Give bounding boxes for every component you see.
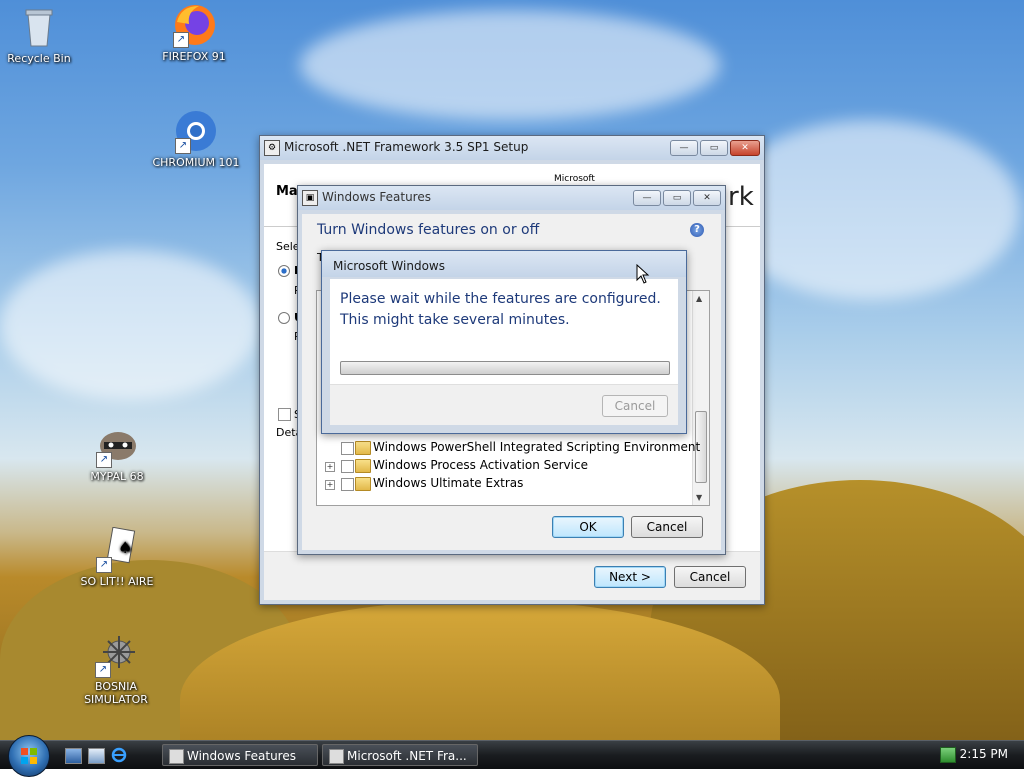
features-caption-buttons: — ▭ ✕ <box>633 190 721 206</box>
feature-label: Windows PowerShell Integrated Scripting … <box>373 440 701 454</box>
mine-icon: ↗ <box>93 632 139 678</box>
desktop-icon-bosnia-simulator[interactable]: ↗ BOSNIA SIMULATOR <box>72 632 160 706</box>
feature-checkbox[interactable] <box>341 442 354 455</box>
taskbar-item-windows-features[interactable]: Windows Features <box>162 744 318 766</box>
shortcut-arrow-icon: ↗ <box>175 138 191 154</box>
shortcut-arrow-icon: ↗ <box>96 452 112 468</box>
taskbar-item-dotnet-setup[interactable]: Microsoft .NET Fra... <box>322 744 478 766</box>
network-tray-icon[interactable] <box>940 747 956 763</box>
chromium-icon: ↗ <box>173 108 219 154</box>
raccoon-icon: ↗ <box>94 422 140 468</box>
dialog-content: Please wait while the features are confi… <box>330 279 678 425</box>
dialog-titlebar[interactable]: Microsoft Windows <box>322 251 686 277</box>
features-app-icon: ▣ <box>302 190 318 206</box>
desktop-icon-label: CHROMIUM 101 <box>152 156 240 169</box>
ok-button[interactable]: OK <box>552 516 624 538</box>
recycle-bin-icon <box>16 4 62 50</box>
next-button[interactable]: Next > <box>594 566 666 588</box>
configuring-dialog: Microsoft Windows Please wait while the … <box>321 250 687 434</box>
playing-cards-icon: ♠ ↗ <box>94 526 140 573</box>
maximize-button[interactable]: ▭ <box>663 190 691 206</box>
start-button[interactable] <box>8 735 50 777</box>
setup-window-title: Microsoft .NET Framework 3.5 SP1 Setup <box>284 140 529 154</box>
scrollbar[interactable]: ▲ ▼ <box>692 291 709 505</box>
desktop-icon-label: Recycle Bin <box>7 52 71 65</box>
close-button[interactable]: ✕ <box>693 190 721 206</box>
setup-footer: Next > Cancel <box>264 551 760 600</box>
internet-explorer-icon[interactable] <box>111 747 127 763</box>
minimize-button[interactable]: — <box>670 140 698 156</box>
dialog-message: Please wait while the features are confi… <box>340 289 661 331</box>
desktop-icon-label: SO LIT!! AIRE <box>80 575 154 588</box>
desktop-icon-mypal[interactable]: ↗ MYPAL 68 <box>72 422 162 483</box>
dialog-message-line1: Please wait while the features are confi… <box>340 291 661 307</box>
dotnet-brand-text: rk <box>728 182 754 212</box>
taskbar-item-label: Microsoft .NET Fra... <box>347 749 467 763</box>
dialog-footer: Cancel <box>330 384 678 425</box>
tree-item[interactable]: Windows PowerShell Integrated Scripting … <box>317 439 700 457</box>
shortcut-arrow-icon: ↗ <box>95 662 111 678</box>
expand-icon[interactable]: + <box>325 480 335 490</box>
shortcut-arrow-icon: ↗ <box>173 32 189 48</box>
tree-item[interactable]: + Windows Process Activation Service <box>317 457 687 475</box>
uninstall-radio[interactable] <box>278 312 290 324</box>
desktop-icon-label: FIREFOX 91 <box>162 50 226 63</box>
cloud <box>720 120 1020 300</box>
firefox-icon: ↗ <box>171 2 217 48</box>
setup-checkbox[interactable] <box>278 408 291 421</box>
feature-checkbox[interactable] <box>341 478 354 491</box>
progress-bar <box>340 361 670 375</box>
scroll-down-icon[interactable]: ▼ <box>696 493 702 502</box>
repair-radio[interactable] <box>278 265 290 277</box>
cloud <box>0 250 260 400</box>
setup-caption-buttons: — ▭ ✕ <box>670 140 760 156</box>
feature-label: Windows Ultimate Extras <box>373 476 524 490</box>
desktop-icon-label: BOSNIA SIMULATOR <box>84 680 148 706</box>
setup-cancel-button[interactable]: Cancel <box>674 566 746 588</box>
svg-text:♠: ♠ <box>118 538 132 557</box>
setup-icon <box>329 749 344 764</box>
maximize-button[interactable]: ▭ <box>700 140 728 156</box>
show-desktop-icon[interactable] <box>65 748 82 764</box>
feature-checkbox[interactable] <box>341 460 354 473</box>
expand-icon[interactable]: + <box>325 462 335 472</box>
dialog-cancel-button[interactable]: Cancel <box>602 395 668 417</box>
setup-app-icon: ⚙ <box>264 140 280 156</box>
taskbar-item-label: Windows Features <box>187 749 296 763</box>
close-button[interactable]: ✕ <box>730 140 760 156</box>
microsoft-brand-text: Microsoft <box>554 174 595 184</box>
cloud <box>300 10 720 120</box>
shortcut-arrow-icon: ↗ <box>96 557 112 573</box>
desktop-icon-chromium[interactable]: ↗ CHROMIUM 101 <box>151 108 241 169</box>
setup-titlebar[interactable]: ⚙ Microsoft .NET Framework 3.5 SP1 Setup… <box>260 136 764 160</box>
dialog-title: Microsoft Windows <box>333 259 445 273</box>
scroll-up-icon[interactable]: ▲ <box>696 294 702 303</box>
features-titlebar[interactable]: ▣ Windows Features — ▭ ✕ <box>298 186 725 210</box>
features-cancel-button[interactable]: Cancel <box>631 516 703 538</box>
taskbar: Windows Features Microsoft .NET Fra... 2… <box>0 735 1024 777</box>
desktop-icon-recycle-bin[interactable]: Recycle Bin <box>0 4 84 65</box>
mouse-cursor-icon <box>636 263 650 288</box>
taskbar-clock[interactable]: 2:15 PM <box>960 747 1008 761</box>
switch-windows-icon[interactable] <box>88 748 105 764</box>
help-icon[interactable]: ? <box>690 223 704 237</box>
windows-logo-icon <box>21 748 37 764</box>
folder-icon <box>355 441 371 455</box>
feature-label: Windows Process Activation Service <box>373 458 588 472</box>
desktop-icon-firefox[interactable]: ↗ FIREFOX 91 <box>149 2 239 63</box>
folder-icon <box>355 459 371 473</box>
folder-icon <box>355 477 371 491</box>
desktop-icon-solitaire[interactable]: ♠ ↗ SO LIT!! AIRE <box>72 526 162 588</box>
dialog-message-line2: This might take several minutes. <box>340 312 570 328</box>
features-heading: Turn Windows features on or off <box>317 222 540 238</box>
windows-features-icon <box>169 749 184 764</box>
desktop-icon-label: MYPAL 68 <box>90 470 144 483</box>
features-window-title: Windows Features <box>322 190 431 204</box>
minimize-button[interactable]: — <box>633 190 661 206</box>
tree-item[interactable]: + Windows Ultimate Extras <box>317 475 687 493</box>
